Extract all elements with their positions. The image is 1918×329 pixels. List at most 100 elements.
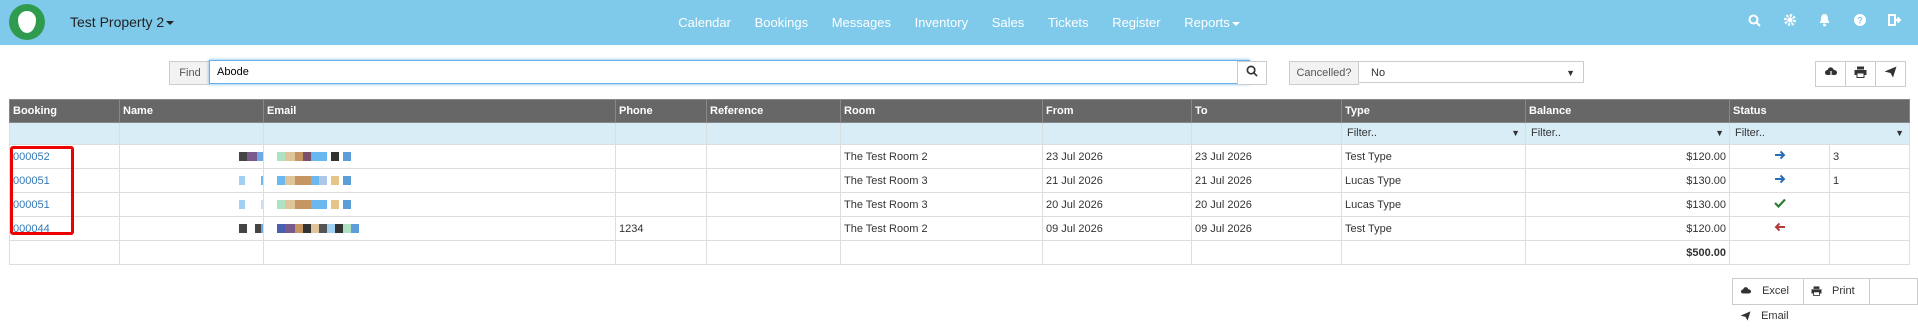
bookings-table: Booking Name Email Phone Reference Room … bbox=[9, 99, 1910, 265]
cancelled-select[interactable]: No ▼ bbox=[1358, 61, 1584, 83]
find-label: Find bbox=[169, 61, 210, 85]
bell-icon[interactable] bbox=[1816, 13, 1834, 31]
type-cell: Test Type bbox=[1341, 144, 1526, 169]
table-row[interactable]: 000051 The Test Room 3 20 Jul 2026 20 Ju… bbox=[9, 192, 1910, 217]
export-buttons: Excel Print Email bbox=[1732, 278, 1918, 322]
from-cell: 23 Jul 2026 bbox=[1042, 144, 1192, 169]
check-icon bbox=[1773, 198, 1786, 209]
col-phone[interactable]: Phone bbox=[615, 99, 707, 123]
table-row[interactable]: 000051 The Test Room 3 21 Jul 2026 21 Ju… bbox=[9, 168, 1910, 193]
chevron-down-icon: ▼ bbox=[1715, 128, 1724, 138]
filter-row: Filter.. ▼ Filter.. ▼ Filter.. ▼ bbox=[9, 122, 1910, 145]
col-reference[interactable]: Reference bbox=[706, 99, 841, 123]
email-redacted bbox=[263, 216, 616, 241]
paper-plane-icon bbox=[1884, 66, 1897, 78]
nav-inventory[interactable]: Inventory bbox=[915, 15, 968, 30]
cloud-download-icon bbox=[1824, 67, 1837, 78]
from-cell: 20 Jul 2026 bbox=[1042, 192, 1192, 217]
nav-tickets[interactable]: Tickets bbox=[1048, 15, 1089, 30]
balance-cell: $120.00 bbox=[1525, 144, 1730, 169]
name-redacted bbox=[119, 192, 264, 217]
reference-cell bbox=[706, 168, 841, 193]
nav-messages[interactable]: Messages bbox=[832, 15, 891, 30]
name-redacted bbox=[119, 216, 264, 241]
paper-plane-icon bbox=[1740, 311, 1751, 321]
arrow-right-icon bbox=[1774, 174, 1785, 184]
type-filter-select[interactable]: Filter.. ▼ bbox=[1345, 124, 1522, 143]
nav-icons: ? bbox=[1746, 13, 1918, 31]
nav-reports-label: Reports bbox=[1184, 15, 1230, 30]
col-status[interactable]: Status bbox=[1729, 99, 1910, 123]
room-cell: The Test Room 2 bbox=[840, 216, 1043, 241]
highlight-box bbox=[10, 146, 74, 235]
send-button[interactable] bbox=[1876, 62, 1905, 86]
to-cell: 23 Jul 2026 bbox=[1191, 144, 1342, 169]
email-button[interactable]: Email bbox=[1733, 304, 1803, 329]
balance-filter-select[interactable]: Filter.. ▼ bbox=[1529, 124, 1726, 143]
to-cell: 20 Jul 2026 bbox=[1191, 192, 1342, 217]
nav-register[interactable]: Register bbox=[1112, 15, 1160, 30]
status-filter-select[interactable]: Filter.. ▼ bbox=[1733, 124, 1906, 143]
nav-bookings[interactable]: Bookings bbox=[755, 15, 808, 30]
print-button[interactable]: Print bbox=[1804, 279, 1870, 304]
help-icon[interactable]: ? bbox=[1851, 13, 1869, 31]
count-cell: 3 bbox=[1829, 144, 1910, 169]
balance-cell: $130.00 bbox=[1525, 168, 1730, 193]
email-label: Email bbox=[1761, 310, 1789, 322]
search-icon[interactable] bbox=[1746, 13, 1764, 31]
cloud-download-button[interactable] bbox=[1816, 62, 1846, 86]
col-balance[interactable]: Balance bbox=[1525, 99, 1730, 123]
col-to[interactable]: To bbox=[1191, 99, 1342, 123]
type-cell: Lucas Type bbox=[1341, 192, 1526, 217]
room-cell: The Test Room 2 bbox=[840, 144, 1043, 169]
excel-button[interactable]: Excel bbox=[1733, 279, 1804, 304]
arrow-left-icon bbox=[1774, 222, 1785, 232]
email-redacted bbox=[263, 192, 616, 217]
phone-cell bbox=[615, 168, 707, 193]
table-row[interactable]: 000052 The Test Room 2 23 Jul 2026 23 Ju… bbox=[9, 144, 1910, 169]
name-redacted bbox=[119, 168, 264, 193]
col-booking[interactable]: Booking bbox=[9, 99, 120, 123]
toolbar-buttons bbox=[1815, 61, 1906, 87]
table-row[interactable]: 000044 1234 The Test Room 2 09 Jul 2026 … bbox=[9, 216, 1910, 241]
to-cell: 21 Jul 2026 bbox=[1191, 168, 1342, 193]
chevron-down-icon: ▼ bbox=[1511, 128, 1520, 138]
reference-cell bbox=[706, 192, 841, 217]
status-cell bbox=[1729, 168, 1830, 193]
logout-icon[interactable] bbox=[1886, 13, 1904, 31]
room-cell: The Test Room 3 bbox=[840, 168, 1043, 193]
from-cell: 09 Jul 2026 bbox=[1042, 216, 1192, 241]
chevron-down-icon: ▼ bbox=[1566, 68, 1575, 78]
status-filter-value: Filter.. bbox=[1735, 127, 1765, 139]
top-navbar: Test Property 2 Calendar Bookings Messag… bbox=[0, 0, 1918, 45]
excel-label: Excel bbox=[1762, 285, 1789, 297]
nav-sales[interactable]: Sales bbox=[992, 15, 1025, 30]
print-icon bbox=[1811, 286, 1822, 297]
search-input[interactable] bbox=[209, 60, 1250, 84]
cloud-download-icon bbox=[1741, 287, 1751, 294]
balance-cell: $120.00 bbox=[1525, 216, 1730, 241]
balance-filter-value: Filter.. bbox=[1531, 127, 1561, 139]
svg-text:?: ? bbox=[1857, 16, 1863, 26]
phone-cell bbox=[615, 192, 707, 217]
email-redacted bbox=[263, 168, 616, 193]
status-cell bbox=[1729, 216, 1830, 241]
print-button[interactable] bbox=[1846, 62, 1876, 86]
count-cell: 1 bbox=[1829, 168, 1910, 193]
status-cell bbox=[1729, 144, 1830, 169]
col-email[interactable]: Email bbox=[263, 99, 616, 123]
col-room[interactable]: Room bbox=[840, 99, 1043, 123]
gear-icon[interactable] bbox=[1781, 13, 1799, 31]
col-from[interactable]: From bbox=[1042, 99, 1192, 123]
search-button[interactable] bbox=[1237, 61, 1267, 85]
nav-reports[interactable]: Reports bbox=[1184, 15, 1240, 30]
from-cell: 21 Jul 2026 bbox=[1042, 168, 1192, 193]
col-type[interactable]: Type bbox=[1341, 99, 1526, 123]
nav-calendar[interactable]: Calendar bbox=[678, 15, 731, 30]
email-redacted bbox=[263, 144, 616, 169]
reference-cell bbox=[706, 216, 841, 241]
room-cell: The Test Room 3 bbox=[840, 192, 1043, 217]
reference-cell bbox=[706, 144, 841, 169]
col-name[interactable]: Name bbox=[119, 99, 264, 123]
caret-down-icon bbox=[1231, 21, 1240, 26]
